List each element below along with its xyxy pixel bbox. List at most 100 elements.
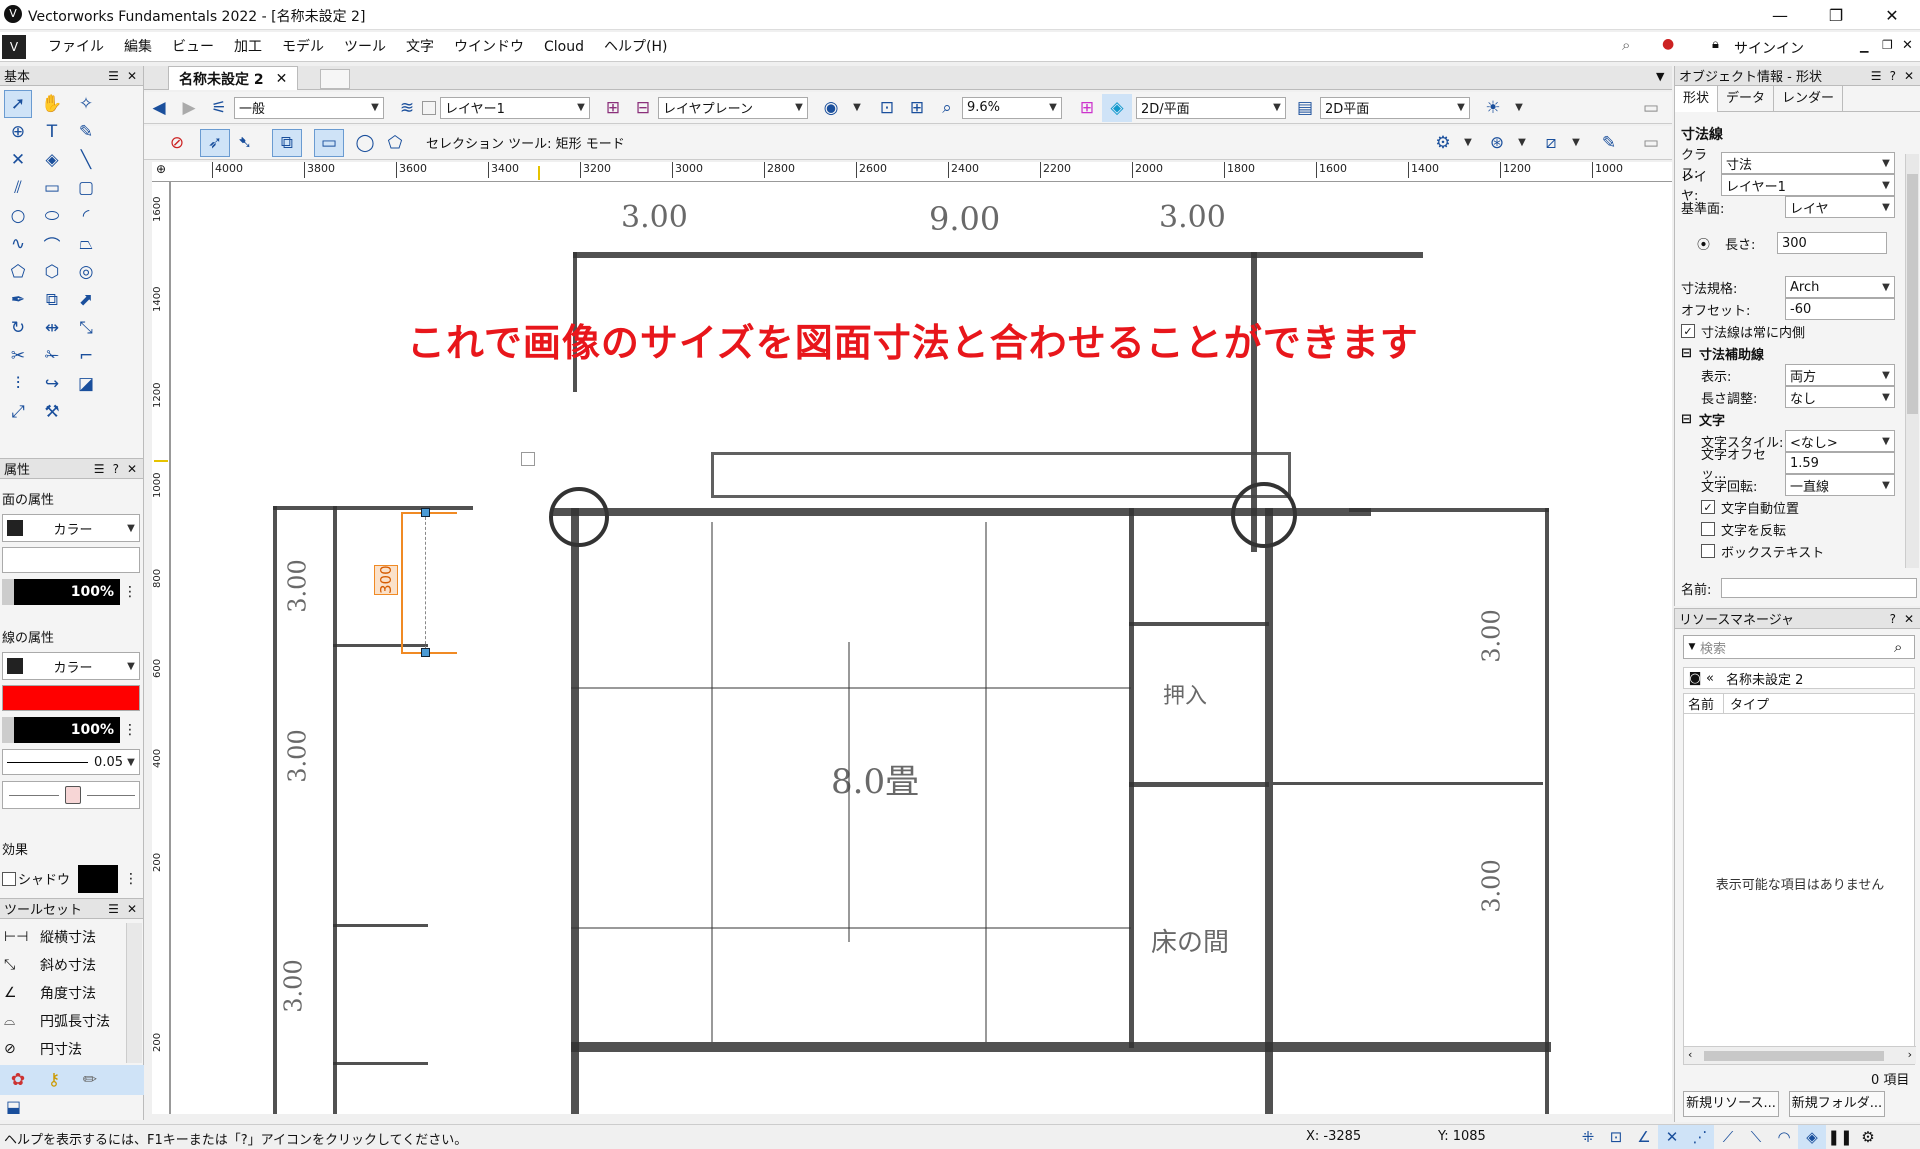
- locus-tool-icon[interactable]: ✕: [4, 146, 32, 174]
- tab-menu-icon[interactable]: ▼: [1656, 70, 1664, 83]
- double-line-tool-icon[interactable]: ⫽: [4, 174, 32, 202]
- pan-tool-icon[interactable]: ✋: [38, 90, 66, 118]
- close-icon[interactable]: ✕: [276, 71, 288, 87]
- close-icon[interactable]: ✕: [1904, 612, 1914, 626]
- offset-field[interactable]: -60: [1785, 298, 1895, 320]
- close-icon[interactable]: ✕: [1864, 0, 1920, 30]
- col-type[interactable]: タイプ: [1724, 694, 1769, 713]
- line-color-select[interactable]: カラー ▼: [2, 652, 140, 680]
- text-tool-icon[interactable]: T: [38, 118, 66, 146]
- layer-icon[interactable]: ≋: [392, 94, 422, 122]
- snap-working-plane-icon[interactable]: ◈: [1798, 1125, 1826, 1149]
- rounded-rect-tool-icon[interactable]: ▢: [72, 174, 100, 202]
- split-tool-icon[interactable]: ✂: [4, 342, 32, 370]
- rotate-tool-icon[interactable]: ↻: [4, 314, 32, 342]
- snap-angle-icon[interactable]: ∠: [1630, 1125, 1658, 1149]
- menu-edit[interactable]: 編集: [114, 32, 162, 62]
- close-icon[interactable]: ✕: [127, 902, 137, 916]
- polyline-tool-icon[interactable]: ⌒: [38, 230, 66, 258]
- snap-distance-icon[interactable]: ⋰: [1686, 1125, 1714, 1149]
- name-field[interactable]: [1721, 578, 1917, 598]
- visibility-dropdown[interactable]: ▼: [846, 97, 864, 119]
- fit-objects-icon[interactable]: ⊞: [902, 94, 932, 122]
- more-icon[interactable]: ⋮: [120, 722, 140, 738]
- zoom-select[interactable]: 9.6% ▼: [962, 96, 1062, 119]
- resource-hscroll[interactable]: ‹ ›: [1684, 1046, 1916, 1064]
- text-rotation-field[interactable]: 一直線 ▼: [1785, 474, 1895, 496]
- regular-polygon-tool-icon[interactable]: ⬡: [38, 258, 66, 286]
- help-icon[interactable]: ?: [113, 462, 119, 476]
- flyover-tool-icon[interactable]: ✧: [72, 90, 100, 118]
- settings-icon[interactable]: ⚙: [1428, 129, 1458, 157]
- tool-options-icon[interactable]: ⧄: [1536, 129, 1566, 157]
- disable-interactive-scaling-icon[interactable]: ⊘: [162, 129, 192, 157]
- toolset-item-arc-dim[interactable]: ⌓ 円弧長寸法: [4, 1007, 110, 1035]
- arc-tool-icon[interactable]: ◜: [72, 202, 100, 230]
- new-resource-button[interactable]: 新規リソース...: [1683, 1091, 1779, 1117]
- maximize-icon[interactable]: ❐: [1808, 0, 1864, 30]
- class-icon[interactable]: ⚟: [204, 94, 234, 122]
- connect-tool-icon[interactable]: ↪: [38, 370, 66, 398]
- menu-modify[interactable]: 加工: [224, 32, 272, 62]
- snap-smart-edge-icon[interactable]: ⟍: [1742, 1125, 1770, 1149]
- class-field[interactable]: 寸法 ▼: [1721, 152, 1895, 174]
- help-icon[interactable]: ?: [1890, 69, 1896, 83]
- more-icon[interactable]: ⋮: [124, 871, 138, 887]
- snap-icon[interactable]: ◈: [1102, 93, 1132, 122]
- snap-smart-point-icon[interactable]: ⟋: [1714, 1125, 1742, 1149]
- signin-link[interactable]: サインイン: [1734, 38, 1804, 58]
- stamp-tool-icon[interactable]: ⚒: [38, 398, 66, 426]
- rectangle-tool-icon[interactable]: ▭: [38, 174, 66, 202]
- zoom-icon[interactable]: ⌕: [932, 94, 962, 122]
- toolset-scrollbar[interactable]: [126, 923, 142, 1063]
- search-icon[interactable]: ⌕: [1894, 638, 1914, 656]
- oval-tool-icon[interactable]: ⬭: [38, 202, 66, 230]
- fillet-tool-icon[interactable]: ⌐: [72, 342, 100, 370]
- tool-options-dropdown[interactable]: ▼: [1566, 132, 1582, 154]
- dimension-link-tool-icon[interactable]: ⤢: [4, 398, 32, 426]
- render-select[interactable]: 2D平面 ▼: [1320, 96, 1470, 119]
- menu-icon[interactable]: ☰: [1871, 69, 1882, 83]
- mode-single-select-icon[interactable]: ➶: [200, 128, 230, 157]
- window-alt-icon[interactable]: ⊟: [628, 94, 658, 122]
- close-icon[interactable]: ✕: [1904, 69, 1914, 83]
- search-icon[interactable]: ⌕: [1622, 36, 1630, 54]
- toolset-item-oblique-dim[interactable]: ⤡ 斜め寸法: [4, 951, 96, 979]
- offset-tool-icon[interactable]: ⫶: [4, 370, 32, 398]
- menu-view[interactable]: ビュー: [162, 32, 224, 62]
- toolset-item-circle-dim[interactable]: ⊘ 円寸法: [4, 1035, 82, 1063]
- more-icon[interactable]: ⋮: [120, 584, 140, 600]
- toolset-item-linear-dim[interactable]: ⊢⊣ 縦横寸法: [4, 923, 96, 951]
- minimize-icon[interactable]: —: [1752, 0, 1808, 30]
- text-section-toggle[interactable]: ⊟ 文字: [1675, 408, 1915, 430]
- dimension-line[interactable]: [401, 512, 403, 654]
- lighting-dropdown[interactable]: ▼: [1508, 97, 1526, 119]
- spiral-tool-icon[interactable]: ◎: [72, 258, 100, 286]
- lighting-icon[interactable]: ☀: [1478, 94, 1508, 122]
- snap-object-icon[interactable]: ⊡: [1602, 1125, 1630, 1149]
- toggle-toolbar-icon[interactable]: ▭: [1636, 129, 1666, 157]
- mirror-axis-tool-icon[interactable]: ⇹: [38, 314, 66, 342]
- shadow-checkbox[interactable]: シャドウ: [2, 869, 70, 888]
- text-offset-field[interactable]: 1.59: [1785, 452, 1895, 474]
- aux-section-toggle[interactable]: ⊟ 寸法補助線: [1675, 342, 1915, 364]
- eyedropper-tool-icon[interactable]: ✒: [4, 286, 32, 314]
- circle-tool-icon[interactable]: ○: [4, 202, 32, 230]
- extrude-icon[interactable]: ⬓: [6, 1097, 21, 1116]
- resource-file-row[interactable]: ◙ « 名称未設定 2: [1683, 667, 1915, 689]
- menu-icon[interactable]: ☰: [94, 462, 105, 476]
- close-icon[interactable]: ✕: [127, 69, 137, 83]
- grid-icon[interactable]: ⊞: [1072, 94, 1102, 122]
- dimension-text[interactable]: 300: [374, 565, 398, 595]
- pencil-icon[interactable]: ✏: [72, 1066, 108, 1094]
- text-style-field[interactable]: <なし> ▼: [1785, 430, 1895, 452]
- menu-icon[interactable]: ☰: [108, 902, 119, 916]
- rectangle-marquee-icon[interactable]: ▭: [314, 128, 344, 157]
- lasso-marquee-icon[interactable]: ◯: [350, 129, 380, 157]
- fit-page-icon[interactable]: ⊡: [872, 94, 902, 122]
- length-adjust-field[interactable]: なし ▼: [1785, 386, 1895, 408]
- back-icon[interactable]: ◀: [144, 94, 174, 122]
- polygon-tool-icon[interactable]: ⏢: [72, 230, 100, 258]
- help-tool-icon[interactable]: ✎: [1594, 129, 1624, 157]
- dim-standard-field[interactable]: Arch ▼: [1785, 276, 1895, 298]
